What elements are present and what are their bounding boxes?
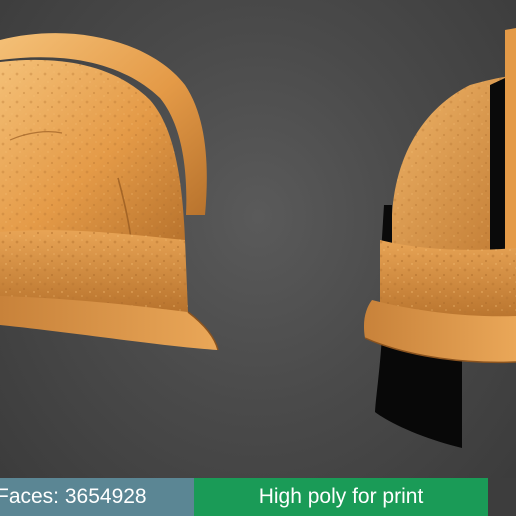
- left-helmet: [0, 33, 219, 351]
- right-helmet-crest-slot: [490, 78, 505, 250]
- faces-count-label: Faces: 3654928: [0, 478, 194, 516]
- right-helmet: [363, 28, 516, 448]
- helmet-render: [0, 28, 516, 448]
- info-bar: Faces: 3654928 High poly for print: [0, 478, 516, 516]
- info-bar-spacer: [488, 478, 516, 516]
- high-poly-label: High poly for print: [194, 478, 488, 516]
- right-helmet-crest: [505, 28, 516, 255]
